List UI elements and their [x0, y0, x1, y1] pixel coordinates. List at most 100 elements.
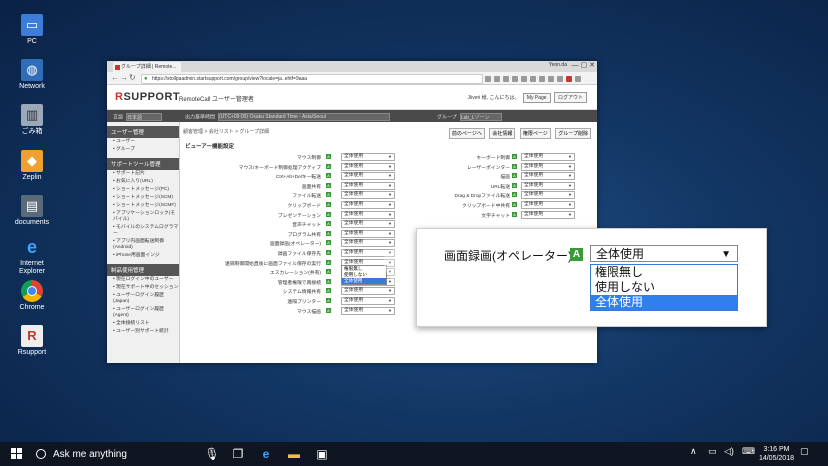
- file-explorer-icon[interactable]: ▬: [286, 446, 302, 462]
- notifications-icon[interactable]: ▢: [800, 446, 809, 457]
- sidebar-item[interactable]: • ユーザー: [107, 138, 179, 146]
- tray-chevron-icon[interactable]: ∧: [690, 446, 697, 457]
- language-select[interactable]: 日本語: [126, 113, 163, 121]
- sidebar-item[interactable]: • ユーザーログイン履歴(Agent): [107, 306, 179, 320]
- sidebar-item[interactable]: • ユーザーログイン履歴(Japan): [107, 292, 179, 306]
- cortana-icon[interactable]: [36, 449, 46, 459]
- sidebar-item[interactable]: • アプリケーションロック(モバイル): [107, 210, 179, 224]
- edge-icon[interactable]: e: [258, 446, 274, 462]
- extension-icons[interactable]: [485, 74, 593, 82]
- dropdown-arrow-icon: ▼: [388, 230, 392, 236]
- group-select[interactable]: Lab_Lゾーン: [459, 113, 502, 121]
- desktop-icon-recycle-bin[interactable]: ▥ ごみ箱: [6, 104, 58, 136]
- setting-select[interactable]: 全体使用▼: [341, 287, 395, 296]
- previous-page-button[interactable]: 前のページへ: [448, 128, 485, 139]
- system-clock[interactable]: 3:16 PM 14/05/2018: [759, 445, 794, 463]
- setting-label: 遠隔制御開始直後に画面ファイル保存の実行: [225, 261, 321, 267]
- badge-a: A: [512, 163, 517, 169]
- tab-title: グループ詳細 | Remote...: [121, 64, 177, 70]
- setting-select[interactable]: 全体使用▼: [521, 153, 575, 161]
- dropdown-option-selected[interactable]: 全体使用: [342, 278, 386, 284]
- sidebar-item[interactable]: • サポート記片: [107, 170, 179, 178]
- desktop-icon-documents[interactable]: ▤ documents: [6, 195, 58, 227]
- desktop-icon-label: Internet Explorer: [18, 260, 46, 275]
- profile-name[interactable]: Yeon.da: [549, 62, 567, 68]
- setting-row: 音声チャット A: [183, 220, 333, 228]
- browser-tab[interactable]: グループ詳細 | Remote...: [113, 62, 181, 72]
- desktop-icon-ie[interactable]: e Internet Explorer: [6, 236, 58, 276]
- setting-select[interactable]: 全体使用▼: [341, 306, 395, 315]
- forward-icon[interactable]: →: [120, 73, 128, 82]
- setting-select[interactable]: 全体使用▼: [521, 162, 575, 171]
- delete-group-button[interactable]: グループ削除: [555, 128, 591, 139]
- setting-select[interactable]: 全体使用▼: [341, 181, 395, 190]
- setting-select[interactable]: 全体使用▼: [341, 201, 395, 209]
- setting-select[interactable]: 全体使用▼: [341, 220, 395, 229]
- desktop-icon-chrome[interactable]: Chrome: [6, 280, 58, 312]
- setting-select[interactable]: 全体使用▼: [341, 191, 395, 200]
- sidebar-item[interactable]: • ショートメッセージ(SCM): [107, 194, 179, 202]
- setting-select[interactable]: 全体使用▼: [341, 153, 395, 161]
- reload-icon[interactable]: ↻: [129, 73, 136, 82]
- setting-row: マウス/キーボード制御処理アクティブ A: [183, 163, 333, 171]
- store-icon[interactable]: ▣: [314, 446, 330, 462]
- microphone-icon[interactable]: 🎙: [204, 446, 220, 462]
- badge-a: A: [512, 182, 517, 188]
- setting-select[interactable]: 全体使用▼: [341, 162, 395, 171]
- rsupport-logo[interactable]: RSUPPORT: [115, 91, 180, 103]
- network-tray-icon[interactable]: ▭: [708, 446, 717, 457]
- option-all-use[interactable]: 全体使用: [591, 295, 737, 310]
- sidebar-item[interactable]: • お気に入り(URL): [107, 178, 179, 186]
- logout-button[interactable]: ログアウト: [553, 92, 587, 103]
- setting-select[interactable]: 全体使用▼: [341, 229, 395, 238]
- setting-row: クリップボード中共有 A: [443, 201, 518, 209]
- timezone-select[interactable]: (UTC+09:00) Osaka Standard Time - Asia/S…: [218, 113, 391, 121]
- sidebar-item[interactable]: • 全体接続リスト: [107, 320, 179, 328]
- url-field[interactable]: ● https://stollpaadmin.startsupport.com/…: [141, 74, 483, 84]
- screen-recording-select[interactable]: 全体使用 ▼: [590, 245, 738, 262]
- setting-label: 画面録画(オペレーター): [269, 242, 321, 248]
- window-controls[interactable]: — ▢ ✕: [572, 61, 595, 69]
- keyboard-icon[interactable]: ⌨: [742, 446, 755, 457]
- permission-page-button[interactable]: 権限ページ: [519, 128, 551, 139]
- volume-icon[interactable]: ◁): [724, 446, 734, 457]
- language-label: 言語: [113, 114, 124, 121]
- desktop-icon-pc[interactable]: ▭ PC: [6, 14, 58, 46]
- badge-a: A: [512, 154, 517, 159]
- setting-select[interactable]: 全体使用▼: [521, 181, 575, 190]
- desktop-icon-rsupport[interactable]: R Rsupport: [6, 325, 58, 357]
- dropdown-arrow-icon: ▼: [568, 202, 572, 207]
- sidebar-item[interactable]: • グループ: [107, 146, 179, 154]
- sidebar-item[interactable]: • モバイルのシステムログラマー: [107, 224, 179, 238]
- desktop-icon-network[interactable]: ◍ Network: [6, 59, 58, 91]
- setting-select[interactable]: 全体使用▼: [341, 239, 395, 248]
- rsupport-icon: R: [21, 325, 43, 347]
- task-view-icon[interactable]: ❐: [230, 446, 246, 462]
- back-icon[interactable]: ←: [111, 73, 119, 82]
- setting-select[interactable]: 全体使用▼: [341, 172, 395, 181]
- option-no-permission[interactable]: 権限無し: [591, 265, 737, 280]
- sidebar-item[interactable]: • 現在サポート中のセッション: [107, 284, 179, 292]
- option-not-used[interactable]: 使用しない: [591, 280, 737, 295]
- sidebar-item[interactable]: • ショートメッセージ(SCMF): [107, 202, 179, 210]
- setting-select[interactable]: 全体使用▼: [341, 210, 395, 219]
- setting-select[interactable]: 全体使用▼: [341, 249, 395, 257]
- company-info-button[interactable]: 会社情報: [489, 128, 516, 139]
- zoom-callout: 画面録画(オペレーター) A 全体使用 ▼ 権限無し 使用しない 全体使用: [416, 228, 767, 327]
- sidebar-item[interactable]: • iPhone用画面インジ: [107, 252, 179, 260]
- sidebar-item[interactable]: • アプリ内画面転送制御(Android): [107, 238, 179, 252]
- setting-select[interactable]: 全体使用▼: [521, 191, 575, 200]
- setting-select[interactable]: 全体使用▼: [521, 201, 575, 209]
- windows-start-icon[interactable]: [11, 448, 23, 460]
- mypage-button[interactable]: My Page: [522, 93, 551, 103]
- sidebar-item[interactable]: • 現在ログイン中のユーザー: [107, 276, 179, 284]
- sidebar-item[interactable]: • ユーザー別サポート統計: [107, 328, 179, 336]
- desktop-icon-label: ごみ箱: [21, 128, 43, 135]
- setting-select[interactable]: 全体使用▼: [341, 297, 395, 305]
- setting-select[interactable]: 全体使用▼: [521, 210, 575, 219]
- desktop-icon-zeplin[interactable]: ◆ Zeplin: [6, 150, 58, 182]
- taskbar-search[interactable]: Ask me anything: [53, 449, 127, 460]
- sidebar-item[interactable]: • ショートメッセージ(PC): [107, 186, 179, 194]
- setting-select[interactable]: 全体使用▼: [521, 172, 575, 181]
- setting-label: クリップボード中共有: [462, 204, 510, 209]
